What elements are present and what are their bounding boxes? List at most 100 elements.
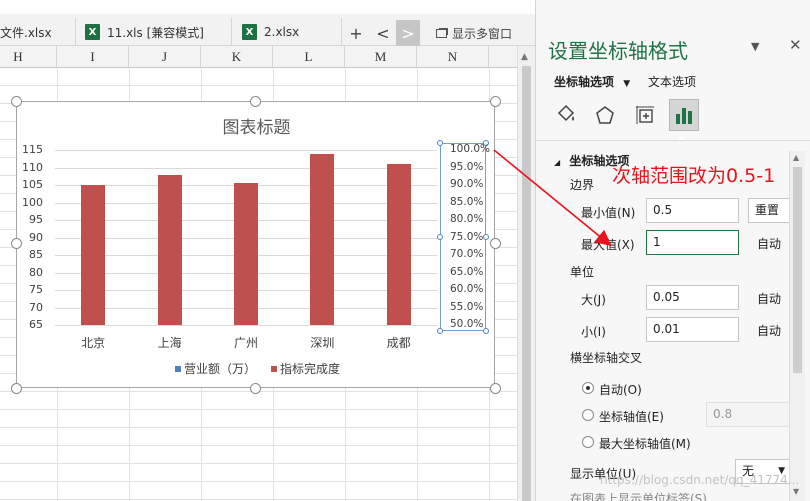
y-tick-label: 100 bbox=[22, 195, 43, 209]
chart-title[interactable]: 图表标题 bbox=[17, 113, 496, 138]
column-header[interactable]: H bbox=[0, 46, 57, 68]
minor-auto-button[interactable]: 自动 bbox=[757, 322, 781, 339]
scroll-tabs-left-button[interactable]: < bbox=[371, 20, 395, 46]
cross-max-radio[interactable] bbox=[582, 436, 594, 448]
gridline bbox=[55, 167, 437, 169]
column-header[interactable]: L bbox=[273, 46, 345, 68]
cross-value-radio[interactable] bbox=[582, 409, 594, 421]
scroll-up-arrow-icon[interactable]: ▲ bbox=[521, 52, 528, 62]
close-pane-button[interactable]: ✕ bbox=[789, 36, 802, 54]
y-tick-label: 75 bbox=[29, 283, 43, 296]
paint-bucket-icon bbox=[557, 104, 575, 122]
column-header[interactable]: J bbox=[129, 46, 201, 68]
show-multi-window-label: 显示多窗口 bbox=[451, 26, 512, 41]
legend-entry-completion[interactable]: 指标完成度 bbox=[271, 360, 340, 377]
y-tick-label: 95 bbox=[29, 213, 43, 226]
resize-handle[interactable] bbox=[490, 383, 501, 394]
y-tick-label: 70 bbox=[29, 300, 43, 314]
cross-value-label[interactable]: 坐标轴值(E) bbox=[599, 408, 664, 425]
column-header[interactable]: I bbox=[57, 46, 129, 68]
effects-button[interactable] bbox=[590, 99, 620, 131]
workbook-tab-bar: 文件.xlsx X 11.xls [兼容模式] X 2.xlsx + < > 显… bbox=[0, 14, 535, 46]
resize-handle[interactable] bbox=[11, 238, 22, 249]
new-tab-button[interactable]: + bbox=[344, 20, 368, 46]
show-multi-window-button[interactable]: 显示多窗口 bbox=[430, 20, 518, 46]
size-properties-icon bbox=[636, 106, 654, 124]
tab-text-options[interactable]: 文本选项 bbox=[648, 73, 696, 90]
fill-line-button[interactable] bbox=[551, 99, 581, 131]
min-label: 最小值(N) bbox=[581, 206, 636, 220]
y2-tick-label: 60.0% bbox=[450, 283, 484, 295]
tab-workbook-2[interactable]: X 11.xls [兼容模式] bbox=[76, 18, 232, 46]
min-value-field[interactable]: 0.5 bbox=[646, 198, 739, 223]
resize-handle[interactable] bbox=[490, 238, 501, 249]
y2-tick-label: 95.0% bbox=[450, 160, 484, 173]
axis-selection-handle[interactable] bbox=[483, 234, 489, 240]
excel-file-icon: X bbox=[242, 24, 257, 40]
y2-tick-label: 85.0% bbox=[450, 195, 484, 208]
bar[interactable] bbox=[234, 183, 258, 325]
gridline bbox=[55, 325, 437, 326]
watermark: https://blog.csdn.net/qq_41774... bbox=[600, 473, 800, 487]
bar[interactable] bbox=[81, 185, 106, 325]
scroll-tabs-right-button[interactable]: > bbox=[396, 20, 420, 46]
axis-options-button[interactable] bbox=[669, 99, 699, 131]
divider bbox=[536, 140, 810, 141]
axis-selection-handle[interactable] bbox=[437, 140, 443, 146]
legend-label: 营业额（万） bbox=[184, 362, 257, 376]
column-header[interactable]: M bbox=[345, 46, 417, 68]
minor-unit-field[interactable]: 0.01 bbox=[646, 317, 739, 342]
scroll-down-arrow-icon[interactable]: ▼ bbox=[793, 487, 799, 496]
scrollbar-thumb[interactable] bbox=[522, 66, 531, 501]
bar[interactable] bbox=[386, 164, 411, 325]
resize-handle[interactable] bbox=[11, 383, 22, 394]
pane-options-dropdown-icon[interactable]: ▼ bbox=[751, 40, 759, 53]
bar[interactable] bbox=[310, 153, 335, 325]
window-icon bbox=[435, 28, 447, 38]
bounds-heading: 边界 bbox=[570, 178, 595, 192]
scrollbar-thumb[interactable] bbox=[793, 167, 802, 373]
y-tick-label: 85 bbox=[29, 248, 43, 261]
tab-workbook-1[interactable]: 文件.xlsx bbox=[0, 18, 76, 46]
resize-handle[interactable] bbox=[250, 383, 261, 394]
y2-tick-label: 100.0% bbox=[450, 143, 491, 155]
column-header[interactable]: N bbox=[417, 46, 489, 68]
legend-swatch bbox=[175, 365, 181, 372]
resize-handle[interactable] bbox=[11, 96, 22, 107]
tab-axis-options[interactable]: 坐标轴选项 ▼ bbox=[554, 73, 630, 90]
resize-handle[interactable] bbox=[490, 96, 501, 107]
axis-selection-handle[interactable] bbox=[437, 234, 443, 240]
axis-selection-handle[interactable] bbox=[437, 328, 443, 334]
y-tick-label: 110 bbox=[22, 160, 43, 174]
sheet-vertical-scrollbar[interactable]: ▲ bbox=[517, 46, 535, 501]
resize-handle[interactable] bbox=[250, 96, 261, 107]
minor-unit-label: 小(I) bbox=[581, 325, 606, 339]
y-tick-label: 80 bbox=[29, 265, 43, 279]
pane-vertical-scrollbar[interactable]: ▲ ▼ bbox=[789, 151, 805, 501]
y2-tick-label: 80.0% bbox=[450, 213, 484, 225]
chart-object[interactable]: 图表标题 115 110 105 100 95 90 85 80 75 70 65 北京 上海 广州 深圳… bbox=[16, 101, 495, 388]
y2-tick-label: 55.0% bbox=[450, 300, 484, 313]
reset-button[interactable]: 重置 bbox=[748, 198, 790, 223]
scroll-up-arrow-icon[interactable]: ▲ bbox=[793, 153, 799, 162]
major-auto-button[interactable]: 自动 bbox=[757, 290, 781, 307]
major-unit-label: 大(J) bbox=[581, 293, 606, 307]
axis-selection-handle[interactable] bbox=[483, 328, 489, 334]
y-tick-label: 105 bbox=[22, 178, 43, 191]
size-properties-button[interactable] bbox=[630, 99, 660, 131]
cross-value-field[interactable]: 0.8 bbox=[706, 402, 790, 427]
y-tick-label: 65 bbox=[29, 318, 43, 331]
units-heading: 单位 bbox=[570, 265, 595, 279]
max-value-field[interactable]: 1 bbox=[646, 230, 739, 255]
legend-entry-revenue[interactable]: 营业额（万） bbox=[175, 360, 256, 377]
column-header[interactable]: K bbox=[201, 46, 273, 68]
cross-auto-radio[interactable] bbox=[582, 382, 594, 394]
major-unit-field[interactable]: 0.05 bbox=[646, 285, 739, 310]
y-tick-label: 115 bbox=[22, 143, 43, 156]
cross-auto-label[interactable]: 自动(O) bbox=[599, 381, 642, 398]
tab-workbook-3[interactable]: X 2.xlsx bbox=[232, 18, 342, 46]
cross-max-label[interactable]: 最大坐标轴值(M) bbox=[599, 435, 691, 452]
show-units-label-checkbox[interactable]: 在图表上显示单位标签(S) bbox=[570, 490, 707, 501]
bar[interactable] bbox=[157, 174, 182, 325]
max-auto-button[interactable]: 自动 bbox=[757, 235, 781, 252]
